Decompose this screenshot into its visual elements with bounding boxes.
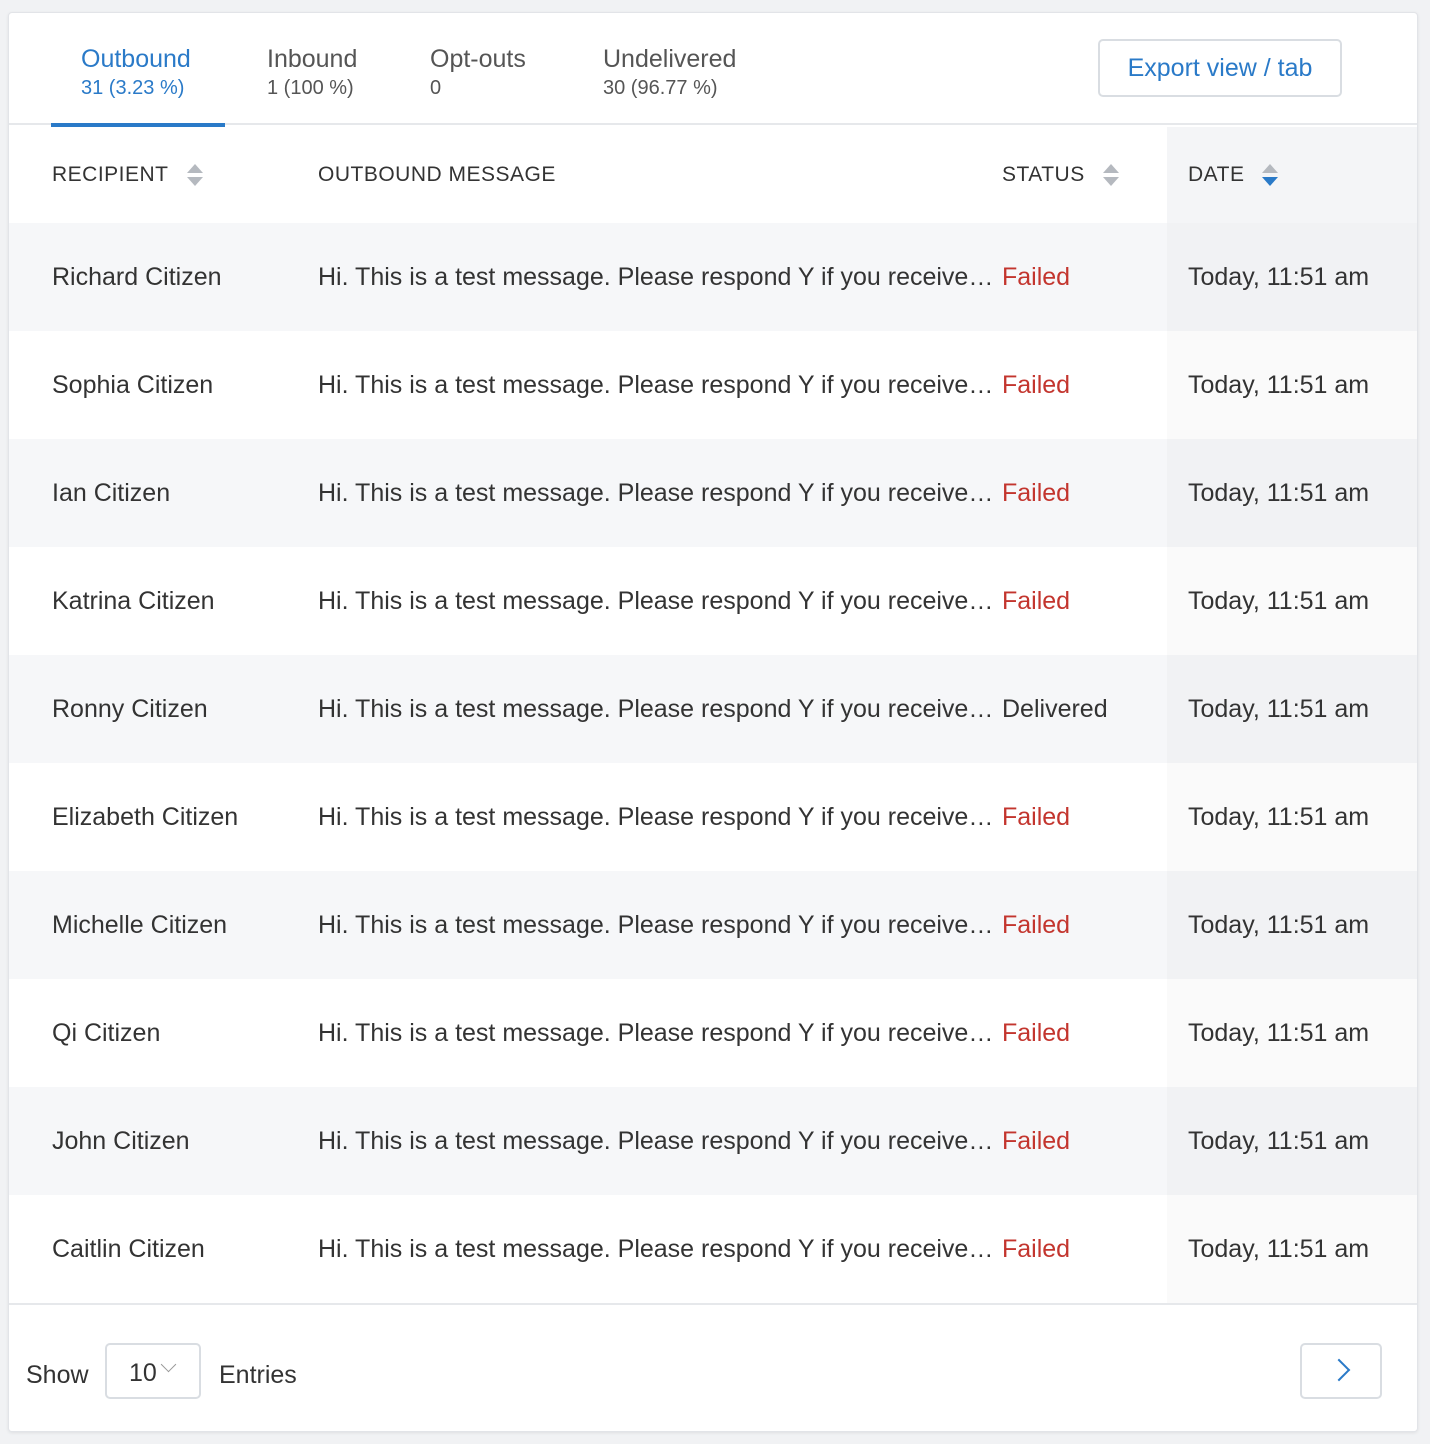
message-cell: Hi. This is a test message. Please respo… — [318, 370, 994, 399]
message-cell: Hi. This is a test message. Please respo… — [318, 1018, 994, 1047]
table-row[interactable]: Ian Citizen Hi. This is a test message. P… — [9, 439, 1417, 547]
entries-per-page-select[interactable]: 10 — [105, 1343, 201, 1399]
tab-label: Inbound — [267, 45, 358, 73]
tab-outbound[interactable]: Outbound 31 (3.23 %) — [51, 13, 225, 127]
tab-count: 1 (100 %) — [267, 77, 354, 99]
recipient-cell: Ronny Citizen — [52, 694, 208, 723]
column-header-label: RECIPIENT — [52, 163, 169, 186]
date-cell: Today, 11:51 am — [1188, 694, 1370, 723]
status-cell: Failed — [1002, 262, 1071, 291]
date-cell: Today, 11:51 am — [1188, 262, 1370, 291]
recipient-cell: Richard Citizen — [52, 262, 222, 291]
tab-inbound[interactable]: Inbound 1 (100 %) — [267, 13, 387, 125]
entries-value: 10 — [129, 1359, 157, 1387]
tab-opt-outs[interactable]: Opt-outs 0 — [430, 13, 550, 125]
table-row[interactable]: Sophia Citizen Hi. This is a test message… — [9, 331, 1417, 439]
message-cell: Hi. This is a test message. Please respo… — [318, 478, 994, 507]
status-cell: Failed — [1002, 910, 1071, 939]
tab-undelivered[interactable]: Undelivered 30 (96.77 %) — [603, 13, 763, 125]
tab-label: Undelivered — [603, 45, 737, 73]
table-row[interactable]: Caitlin Citizen Hi. This is a test messag… — [9, 1195, 1417, 1303]
message-cell: Hi. This is a test message. Please respo… — [318, 910, 994, 939]
date-cell: Today, 11:51 am — [1188, 370, 1370, 399]
column-header-label: STATUS — [1002, 163, 1085, 186]
recipient-cell: Caitlin Citizen — [52, 1234, 205, 1263]
recipient-cell: John Citizen — [52, 1126, 190, 1155]
column-header-label: DATE — [1188, 163, 1245, 186]
date-cell: Today, 11:51 am — [1188, 1018, 1370, 1047]
status-cell: Failed — [1002, 802, 1071, 831]
tabs-bar: Outbound 31 (3.23 %) Inbound 1 (100 %) O… — [9, 13, 1417, 127]
date-cell: Today, 11:51 am — [1188, 478, 1370, 507]
date-cell: Today, 11:51 am — [1188, 586, 1370, 615]
date-cell: Today, 11:51 am — [1188, 802, 1370, 831]
recipient-cell: Katrina Citizen — [52, 586, 215, 615]
message-cell: Hi. This is a test message. Please respo… — [318, 802, 994, 831]
recipient-cell: Michelle Citizen — [52, 910, 228, 939]
message-cell: Hi. This is a test message. Please respo… — [318, 694, 994, 723]
table-header: RECIPIENT OUTBOUND MESSAGE STATUS DATE — [9, 127, 1417, 223]
sort-icon[interactable] — [1102, 162, 1119, 188]
table-row[interactable]: Katrina Citizen Hi. This is a test messag… — [9, 547, 1417, 655]
table-row[interactable]: Ronny Citizen Hi. This is a test message.… — [9, 655, 1417, 763]
message-cell: Hi. This is a test message. Please respo… — [318, 262, 994, 291]
tab-count: 30 (96.77 %) — [603, 77, 718, 99]
status-cell: Failed — [1002, 478, 1071, 507]
message-cell: Hi. This is a test message. Please respo… — [318, 586, 994, 615]
table-row[interactable]: John Citizen Hi. This is a test message. … — [9, 1087, 1417, 1195]
table-row[interactable]: Richard Citizen Hi. This is a test messag… — [9, 223, 1417, 331]
tab-label: Outbound — [81, 45, 191, 73]
status-cell: Failed — [1002, 1018, 1071, 1047]
recipient-cell: Sophia Citizen — [52, 370, 214, 399]
message-cell: Hi. This is a test message. Please respo… — [318, 1234, 994, 1263]
table-footer: Show 10 Entries — [9, 1303, 1417, 1431]
status-cell: Failed — [1002, 1234, 1071, 1263]
status-cell: Failed — [1002, 586, 1071, 615]
entries-label: Entries — [219, 1361, 297, 1389]
chevron-down-icon — [160, 1356, 177, 1373]
table-row[interactable]: Michelle Citizen Hi. This is a test messa… — [9, 871, 1417, 979]
table-body: Richard Citizen Hi. This is a test messag… — [9, 223, 1417, 1303]
export-view-button[interactable]: Export view / tab — [1098, 39, 1342, 97]
status-cell: Failed — [1002, 370, 1071, 399]
chevron-right-icon — [1327, 1358, 1351, 1382]
date-cell: Today, 11:51 am — [1188, 910, 1370, 939]
tab-count: 31 (3.23 %) — [81, 77, 185, 99]
column-header-message: OUTBOUND MESSAGE — [318, 127, 978, 223]
table-row[interactable]: Qi Citizen Hi. This is a test message. Pl… — [9, 979, 1417, 1087]
column-header-status[interactable]: STATUS — [1002, 127, 1162, 223]
message-cell: Hi. This is a test message. Please respo… — [318, 1126, 994, 1155]
recipient-cell: Qi Citizen — [52, 1018, 161, 1047]
recipient-cell: Ian Citizen — [52, 478, 171, 507]
date-cell: Today, 11:51 am — [1188, 1126, 1370, 1155]
tab-label: Opt-outs — [430, 45, 526, 73]
recipient-cell: Elizabeth Citizen — [52, 802, 239, 831]
column-header-label: OUTBOUND MESSAGE — [318, 163, 556, 186]
show-label: Show — [26, 1361, 89, 1389]
next-page-button[interactable] — [1300, 1343, 1382, 1399]
date-cell: Today, 11:51 am — [1188, 1234, 1370, 1263]
table-row[interactable]: Elizabeth Citizen Hi. This is a test mess… — [9, 763, 1417, 871]
column-header-date[interactable]: DATE — [1167, 127, 1417, 223]
sort-descending-icon[interactable] — [1262, 162, 1279, 188]
status-cell: Failed — [1002, 1126, 1071, 1155]
sort-icon[interactable] — [186, 162, 203, 188]
column-header-recipient[interactable]: RECIPIENT — [52, 127, 292, 223]
messages-panel: Outbound 31 (3.23 %) Inbound 1 (100 %) O… — [8, 12, 1418, 1432]
status-cell: Delivered — [1002, 694, 1108, 723]
tab-count: 0 — [430, 77, 442, 99]
